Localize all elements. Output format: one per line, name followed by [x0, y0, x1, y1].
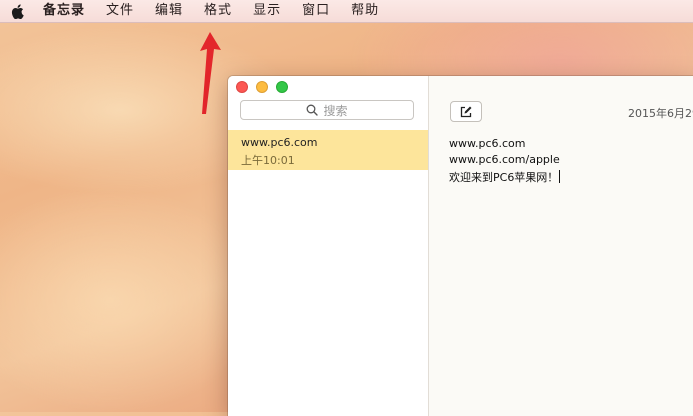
text-cursor: [559, 170, 561, 183]
minimize-button[interactable]: [256, 81, 268, 93]
note-line-text: 欢迎来到PC6苹果网！: [449, 171, 559, 184]
apple-menu-icon[interactable]: [11, 3, 25, 19]
note-line: www.pc6.com: [449, 137, 526, 150]
menu-window[interactable]: 窗口: [302, 0, 330, 22]
menu-help[interactable]: 帮助: [351, 0, 379, 22]
note-title: www.pc6.com: [241, 136, 318, 149]
window-controls: [236, 81, 296, 93]
close-button[interactable]: [236, 81, 248, 93]
zoom-button[interactable]: [276, 81, 288, 93]
list-item-note[interactable]: www.pc6.com 上午10:01: [228, 130, 428, 170]
note-date: 2015年6月29: [628, 107, 693, 120]
menu-view[interactable]: 显示: [253, 0, 281, 22]
note-editor[interactable]: 2015年6月29 www.pc6.com www.pc6.com/apple …: [429, 76, 693, 416]
note-time: 上午10:01: [241, 154, 295, 167]
new-note-button[interactable]: [450, 101, 482, 122]
notes-window: 搜索 www.pc6.com 上午10:01 2015年6月29 www.pc6…: [228, 76, 693, 416]
search-placeholder: 搜索: [323, 103, 348, 118]
red-arrow-annotation: [200, 32, 221, 114]
notes-sidebar: 搜索 www.pc6.com 上午10:01: [228, 76, 429, 416]
menu-notes[interactable]: 备忘录: [43, 0, 85, 22]
menu-edit[interactable]: 编辑: [155, 0, 183, 22]
menu-file[interactable]: 文件: [106, 0, 134, 22]
note-line: www.pc6.com/apple: [449, 153, 560, 166]
search-icon: [307, 104, 319, 116]
menu-bar: 备忘录 文件 编辑 格式 显示 窗口 帮助: [0, 0, 693, 23]
menu-format[interactable]: 格式: [204, 0, 232, 22]
compose-icon: [460, 106, 472, 117]
search-input[interactable]: 搜索: [240, 100, 414, 120]
note-line-last: 欢迎来到PC6苹果网！: [449, 169, 561, 185]
